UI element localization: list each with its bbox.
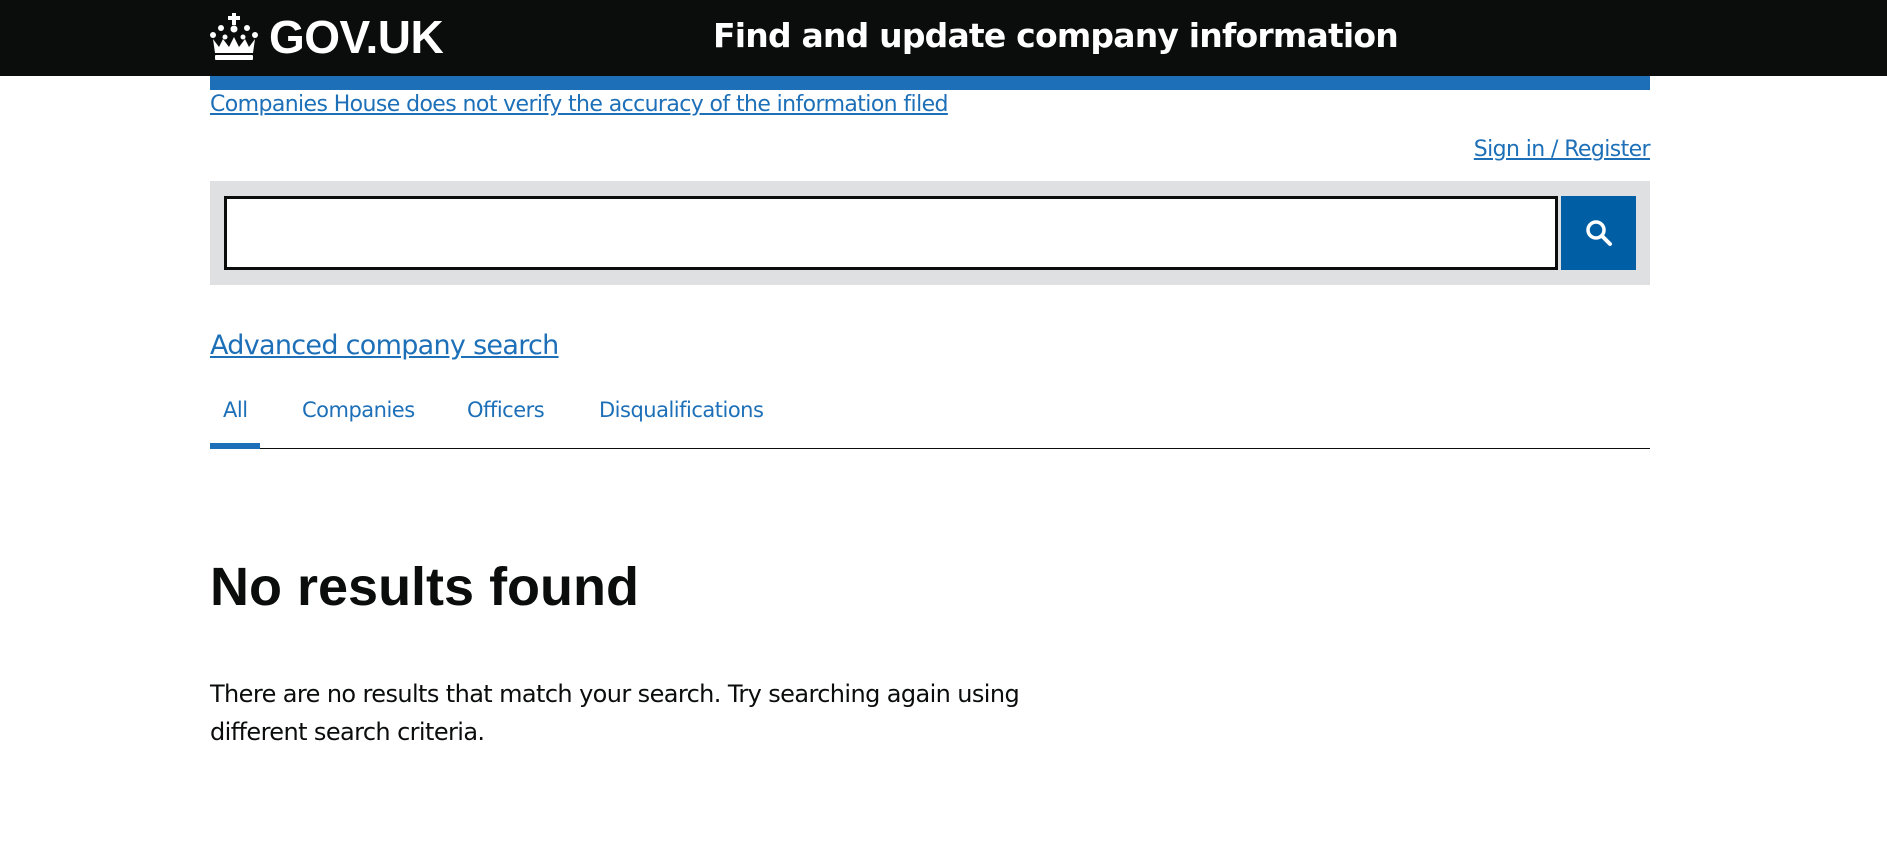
search-input[interactable] xyxy=(224,196,1558,270)
results-heading: No results found xyxy=(210,557,639,617)
tab-disqualifications[interactable]: Disqualifications xyxy=(599,398,764,422)
no-results-message: There are no results that match your sea… xyxy=(210,680,1020,746)
search-tabs: All Companies Officers Disqualifications xyxy=(210,390,1650,449)
tab-all[interactable]: All xyxy=(223,398,248,422)
logo-text: GOV.UK xyxy=(269,11,444,63)
search-button[interactable] xyxy=(1561,196,1636,270)
tab-officers[interactable]: Officers xyxy=(467,398,545,422)
search-panel xyxy=(210,181,1650,285)
disclaimer-link[interactable]: Companies House does not verify the accu… xyxy=(210,92,948,117)
header-blue-bar xyxy=(210,76,1650,90)
tab-companies[interactable]: Companies xyxy=(302,398,415,422)
sign-in-register-link[interactable]: Sign in / Register xyxy=(1474,137,1651,162)
active-tab-indicator xyxy=(210,443,260,449)
site-header: GOV.UK Find and update company informati… xyxy=(0,0,1887,76)
crown-icon xyxy=(210,13,258,60)
search-icon xyxy=(1585,220,1612,246)
service-name-link[interactable]: Find and update company information xyxy=(713,16,1399,55)
advanced-company-search-link[interactable]: Advanced company search xyxy=(210,330,559,361)
govuk-logo-link[interactable]: GOV.UK xyxy=(209,11,444,63)
